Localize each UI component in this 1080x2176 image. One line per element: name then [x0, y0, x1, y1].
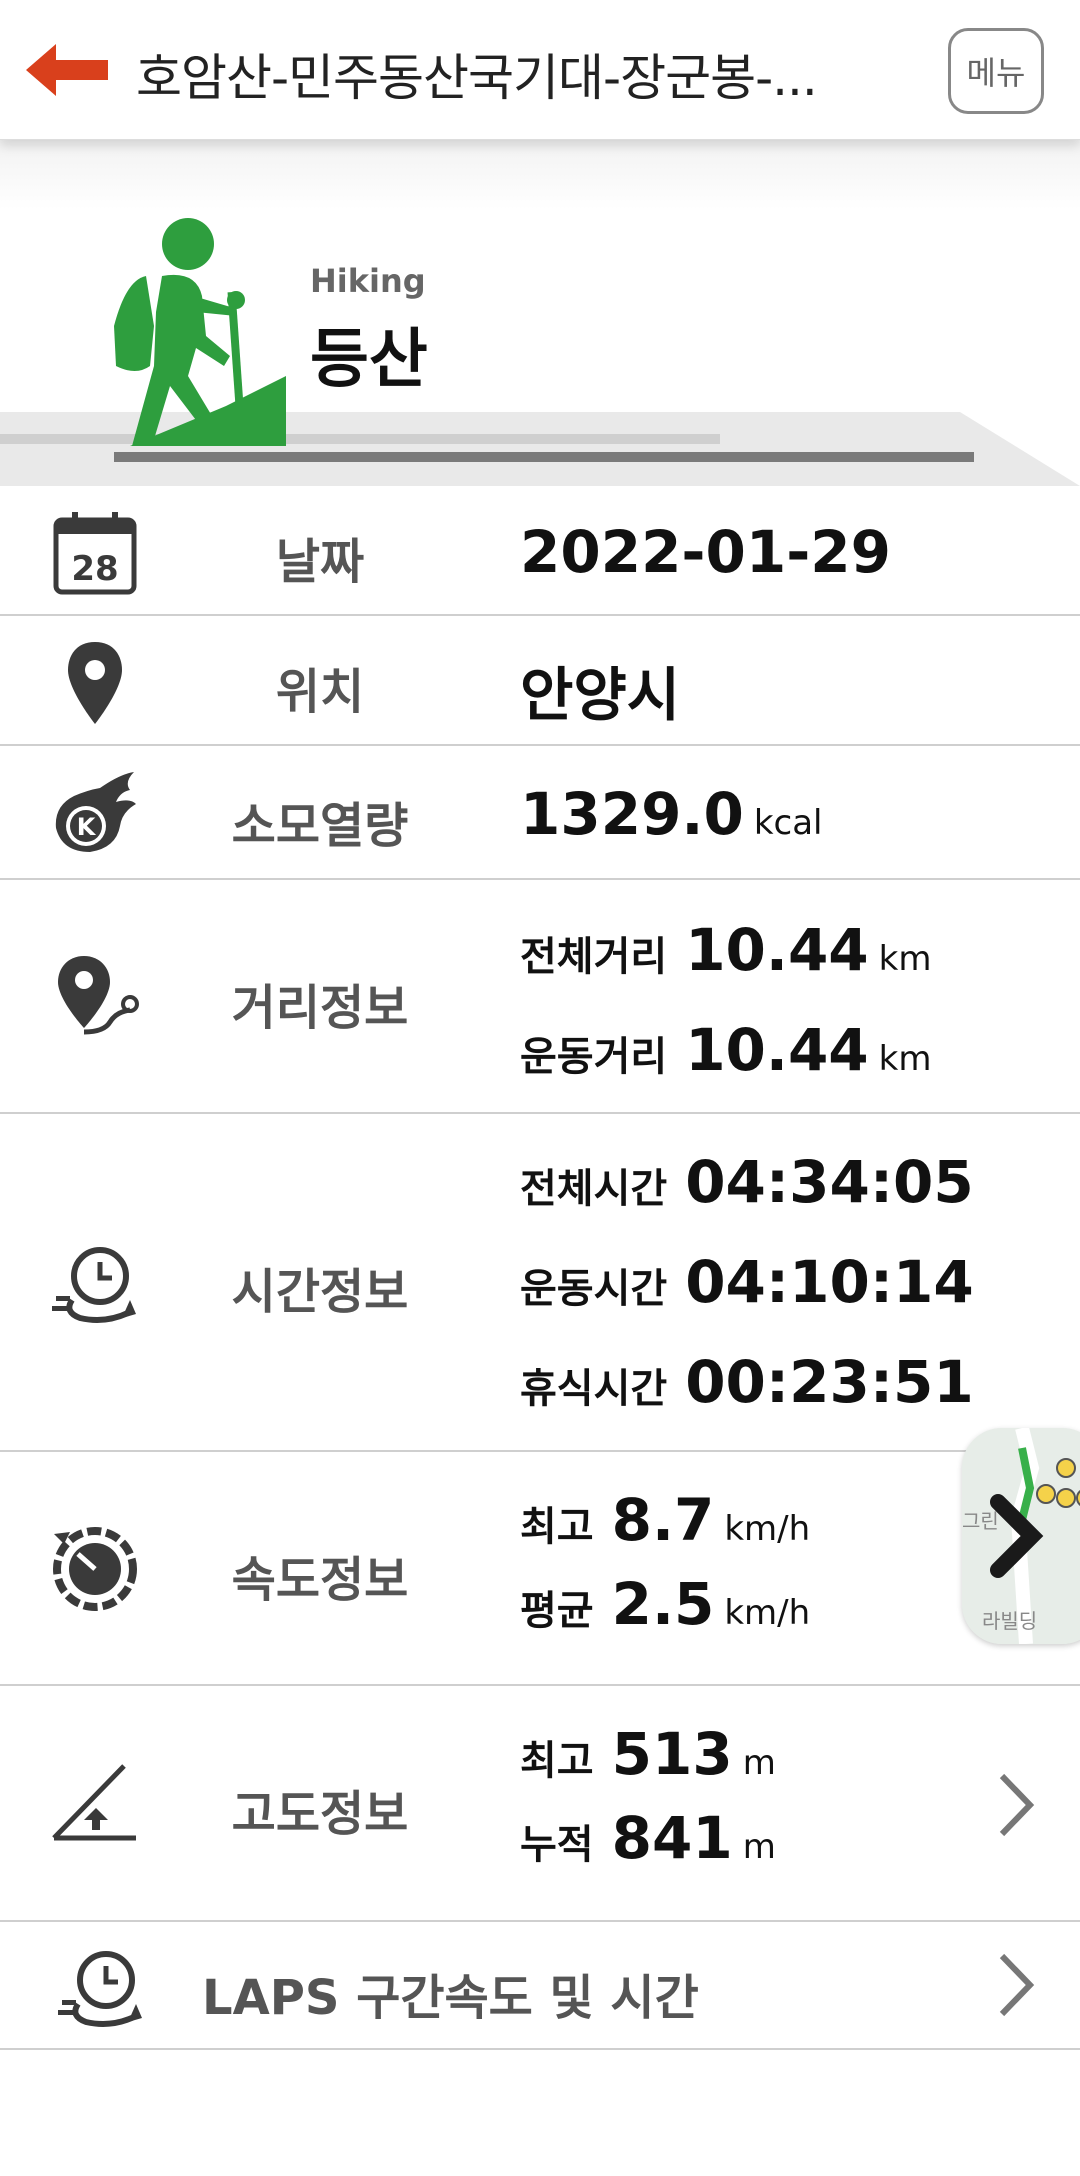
location-label: 위치 — [275, 664, 365, 720]
cumulative-altitude-unit: m — [742, 1827, 776, 1867]
chevron-right-icon[interactable] — [990, 1950, 1040, 2020]
speed-row: 속도정보 최고 8.7 km/h 평균 2.5 km/h — [0, 1452, 1080, 1686]
chevron-right-icon[interactable] — [990, 1770, 1040, 1840]
location-pin-icon — [68, 642, 122, 724]
hiker-icon — [114, 218, 286, 446]
laps-row[interactable]: LAPS 구간속도 및 시간 — [0, 1922, 1080, 2050]
max-altitude-unit: m — [742, 1743, 776, 1783]
activity-subtitle: Hiking — [310, 262, 426, 300]
location-value: 안양시 — [520, 648, 680, 732]
date-value: 2022-01-29 — [520, 518, 891, 586]
avg-speed-number: 2.5 — [611, 1570, 715, 1638]
page-title: 호암산-민주동산국기대-장군봉-... — [136, 49, 818, 107]
cumulative-altitude-label: 누적 — [520, 1822, 594, 1868]
avg-speed-label: 평균 — [520, 1588, 594, 1634]
laps-label: LAPS 구간속도 및 시간 — [202, 1970, 699, 2026]
moving-distance-value: 운동거리 10.44 km — [520, 1016, 931, 1084]
calendar-day: 28 — [71, 549, 118, 589]
speedometer-icon — [53, 1527, 137, 1611]
activity-banner: Hiking 등산 — [0, 140, 1080, 486]
calendar-icon: 28 — [53, 512, 137, 595]
activity-title: 등산 — [310, 323, 428, 397]
map-label: 그린 — [962, 1509, 999, 1533]
cumulative-altitude-number: 841 — [611, 1804, 733, 1872]
speed-label: 속도정보 — [231, 1552, 409, 1608]
arrow-left-icon — [26, 44, 108, 96]
date-row: 28 날짜 2022-01-29 — [0, 486, 1080, 616]
menu-button[interactable]: 메뉴 — [948, 28, 1044, 114]
elevation-icon — [52, 1764, 136, 1841]
avg-speed-value: 평균 2.5 km/h — [520, 1570, 810, 1638]
moving-time-number: 04:10:14 — [685, 1248, 974, 1316]
avg-speed-unit: km/h — [724, 1593, 811, 1633]
calories-unit: kcal — [753, 803, 823, 843]
moving-distance-label: 운동거리 — [520, 1034, 668, 1080]
top-app-bar: 호암산-민주동산국기대-장군봉-... 메뉴 — [0, 0, 1080, 140]
location-row: 위치 안양시 — [0, 616, 1080, 746]
total-distance-unit: km — [878, 939, 932, 979]
max-speed-unit: km/h — [724, 1509, 811, 1549]
total-time-label: 전체시간 — [520, 1166, 668, 1212]
total-time-number: 04:34:05 — [685, 1148, 974, 1216]
rest-time-value: 휴식시간 00:23:51 — [520, 1348, 974, 1416]
location-text: 안양시 — [520, 661, 681, 729]
map-label-2: 라빌딩 — [982, 1609, 1037, 1633]
moving-distance-unit: km — [878, 1039, 932, 1079]
time-row: 시간정보 전체시간 04:34:05 운동시간 04:10:14 휴식시간 00:23… — [0, 1114, 1080, 1452]
distance-label: 거리정보 — [231, 980, 409, 1036]
calorie-flame-icon: K — [55, 772, 136, 852]
cumulative-altitude-value: 누적 841 m — [520, 1804, 776, 1872]
max-speed-value: 최고 8.7 km/h — [520, 1486, 810, 1554]
altitude-label: 고도정보 — [231, 1786, 409, 1842]
moving-time-label: 운동시간 — [520, 1266, 668, 1312]
max-altitude-number: 513 — [611, 1720, 733, 1788]
rest-time-label: 휴식시간 — [520, 1366, 668, 1412]
max-speed-number: 8.7 — [611, 1486, 715, 1554]
clock-icon — [52, 1247, 136, 1323]
svg-text:K: K — [77, 813, 97, 841]
max-altitude-value: 최고 513 m — [520, 1720, 776, 1788]
map-preview: 그린 라빌딩 — [962, 1428, 1080, 1644]
rest-time-number: 00:23:51 — [685, 1348, 974, 1416]
max-speed-label: 최고 — [520, 1504, 594, 1550]
route-pin-icon — [58, 956, 139, 1035]
calories-row: K 소모열량 1329.0 kcal — [0, 746, 1080, 880]
calories-value: 1329.0 kcal — [520, 780, 823, 848]
max-altitude-label: 최고 — [520, 1738, 594, 1784]
moving-distance-number: 10.44 — [685, 1016, 869, 1084]
calories-label: 소모열량 — [231, 798, 409, 854]
total-distance-value: 전체거리 10.44 km — [520, 916, 931, 984]
map-thumbnail-button[interactable]: 그린 라빌딩 — [962, 1428, 1080, 1644]
date-label: 날짜 — [275, 534, 365, 590]
total-distance-number: 10.44 — [685, 916, 869, 984]
altitude-row[interactable]: 고도정보 최고 513 m 누적 841 m — [0, 1686, 1080, 1922]
moving-time-value: 운동시간 04:10:14 — [520, 1248, 974, 1316]
time-label: 시간정보 — [231, 1264, 409, 1320]
back-button[interactable] — [22, 40, 112, 100]
total-distance-label: 전체거리 — [520, 934, 668, 980]
clock-icon — [58, 1951, 142, 2027]
distance-row: 거리정보 전체거리 10.44 km 운동거리 10.44 km — [0, 880, 1080, 1114]
date-text: 2022-01-29 — [520, 518, 891, 586]
calories-number: 1329.0 — [520, 780, 744, 848]
total-time-value: 전체시간 04:34:05 — [520, 1148, 974, 1216]
